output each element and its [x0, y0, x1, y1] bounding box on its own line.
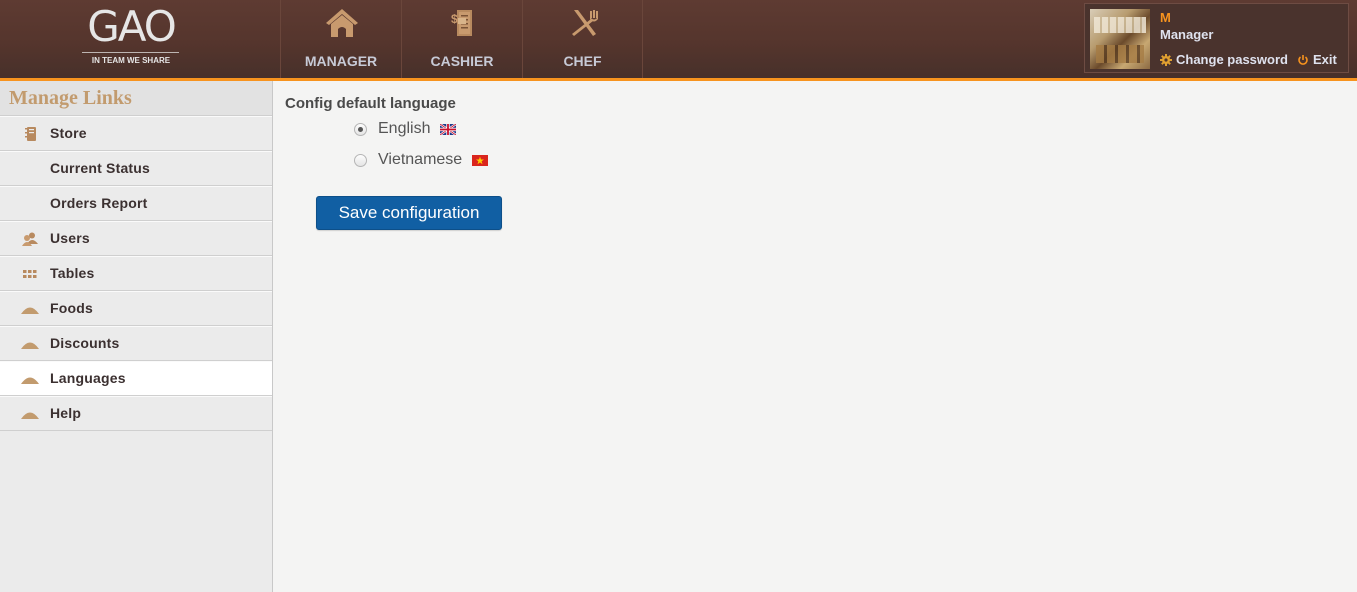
sidebar-label-discounts: Discounts — [50, 335, 120, 351]
grid-icon — [23, 270, 37, 278]
main-nav: MANAGER $ CASHIER CHEF — [280, 0, 643, 78]
logo[interactable]: GAO IN TEAM WE SHARE — [0, 0, 280, 78]
sidebar-title: Manage Links — [0, 81, 272, 116]
sidebar-item-languages[interactable]: Languages — [0, 361, 272, 396]
cloche-icon — [21, 307, 39, 314]
sidebar-item-discounts[interactable]: Discounts — [0, 326, 272, 361]
utensils-icon — [572, 10, 598, 36]
user-panel: M Manager Change password Exit — [1084, 3, 1349, 73]
nav-cashier[interactable]: $ CASHIER — [401, 0, 522, 78]
user-avatar — [1090, 9, 1150, 69]
nav-chef-label: CHEF — [563, 53, 602, 69]
sidebar-item-users[interactable]: Users — [0, 221, 272, 256]
sidebar-label-foods: Foods — [50, 300, 93, 316]
uk-flag-icon — [440, 123, 457, 135]
sidebar-label-languages: Languages — [50, 370, 126, 386]
save-configuration-button[interactable]: Save configuration — [316, 196, 502, 230]
cloche-icon — [21, 412, 39, 419]
users-icon — [22, 232, 38, 246]
sidebar-label-users: Users — [50, 230, 90, 246]
sidebar-label-store: Store — [50, 125, 87, 141]
nav-manager-label: MANAGER — [304, 53, 378, 69]
vietnam-flag-icon — [472, 154, 489, 166]
change-password-link[interactable]: Change password — [1160, 52, 1288, 67]
nav-chef[interactable]: CHEF — [522, 0, 643, 78]
nav-cashier-label: CASHIER — [430, 53, 494, 69]
cloche-icon — [21, 342, 39, 349]
radio-vietnamese[interactable]: Vietnamese — [354, 151, 489, 169]
sidebar-item-orders-report[interactable]: Orders Report — [0, 186, 272, 221]
top-header: GAO IN TEAM WE SHARE MANAGER $ CASHIER C… — [0, 0, 1357, 81]
exit-link[interactable]: Exit — [1297, 52, 1337, 67]
user-actions: Change password Exit — [1160, 52, 1337, 67]
sidebar-item-tables[interactable]: Tables — [0, 256, 272, 291]
exit-label: Exit — [1312, 52, 1337, 67]
radio-english[interactable]: English — [354, 120, 457, 138]
sidebar-item-help[interactable]: Help — [0, 396, 272, 431]
notebook-icon — [25, 127, 36, 141]
sidebar-label-current-status: Current Status — [50, 160, 151, 176]
sidebar-label-orders-report: Orders Report — [50, 195, 148, 211]
logo-divider — [82, 52, 179, 53]
config-title: Config default language — [285, 95, 456, 112]
gear-icon — [1160, 53, 1172, 66]
user-initial: M — [1160, 10, 1171, 25]
radio-english-label: English — [378, 120, 431, 137]
nav-manager[interactable]: MANAGER — [280, 0, 401, 78]
sidebar-label-tables: Tables — [50, 265, 95, 281]
radio-vietnamese-input[interactable] — [354, 153, 367, 167]
sidebar-item-foods[interactable]: Foods — [0, 291, 272, 326]
cloche-icon — [21, 377, 39, 384]
radio-vietnamese-label: Vietnamese — [378, 151, 463, 168]
power-icon — [1298, 54, 1308, 65]
sidebar-label-help: Help — [50, 405, 82, 421]
radio-english-input[interactable] — [354, 122, 367, 136]
change-password-label: Change password — [1176, 52, 1288, 67]
sidebar-item-current-status[interactable]: Current Status — [0, 151, 272, 186]
house-icon — [326, 9, 358, 37]
svg-text:$: $ — [451, 12, 458, 26]
user-role: Manager — [1160, 27, 1214, 42]
receipt-icon: $ — [451, 10, 472, 36]
logo-text: GAO — [87, 2, 177, 51]
sidebar: Manage Links Store Current Status Orders… — [0, 81, 273, 592]
main-content: Config default language English Vietname… — [274, 81, 1357, 592]
logo-tagline: IN TEAM WE SHARE — [91, 56, 171, 65]
sidebar-item-store[interactable]: Store — [0, 116, 272, 151]
